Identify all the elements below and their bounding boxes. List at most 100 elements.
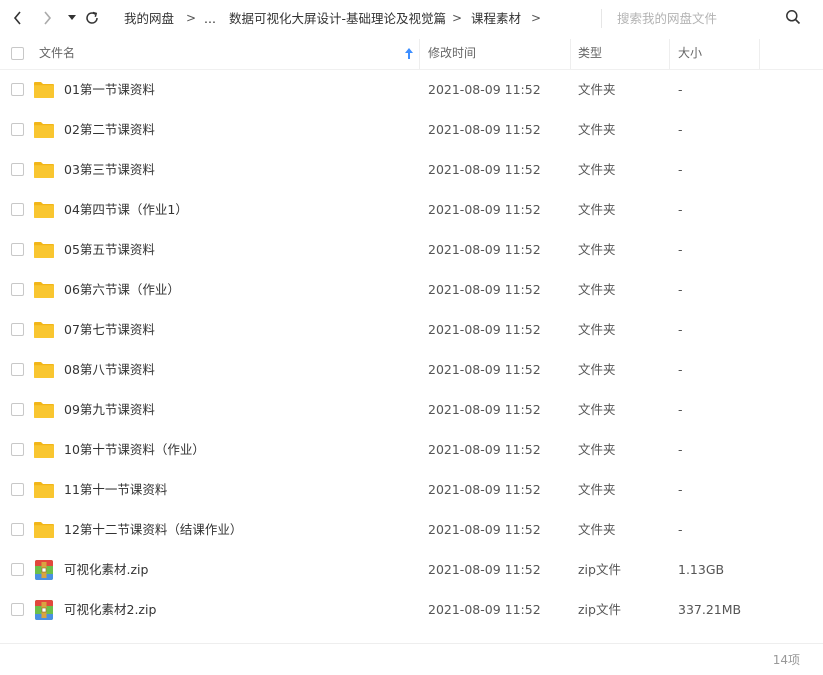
column-header-type[interactable]: 类型 (578, 37, 602, 69)
file-name[interactable]: 05第五节课资料 (64, 241, 155, 259)
file-name[interactable]: 可视化素材.zip (64, 561, 148, 579)
file-size: - (678, 322, 683, 337)
file-name[interactable]: 09第九节课资料 (64, 401, 155, 419)
row-checkbox[interactable] (11, 523, 24, 536)
row-checkbox[interactable] (11, 603, 24, 616)
row-checkbox[interactable] (11, 163, 24, 176)
file-name[interactable]: 11第十一节课资料 (64, 481, 167, 499)
file-type: 文件夹 (578, 362, 616, 377)
forward-button[interactable] (37, 8, 57, 28)
breadcrumb-ellipsis[interactable]: ... (204, 10, 216, 27)
file-type: 文件夹 (578, 122, 616, 137)
row-checkbox[interactable] (11, 283, 24, 296)
file-row[interactable]: 可视化素材2.zip 2021-08-09 11:52 zip文件 337.21MB (0, 590, 823, 630)
folder-icon (33, 399, 55, 421)
file-modified-time: 2021-08-09 11:52 (428, 282, 541, 297)
file-row[interactable]: 可视化素材.zip 2021-08-09 11:52 zip文件 1.13GB (0, 550, 823, 590)
row-checkbox[interactable] (11, 123, 24, 136)
file-name[interactable]: 10第十节课资料（作业） (64, 441, 205, 459)
file-row[interactable]: 12第十二节课资料（结课作业） 2021-08-09 11:52 文件夹 - (0, 510, 823, 550)
file-row[interactable]: 04第四节课（作业1） 2021-08-09 11:52 文件夹 - (0, 190, 823, 230)
row-checkbox[interactable] (11, 83, 24, 96)
column-divider (759, 39, 760, 69)
file-size: - (678, 402, 683, 417)
file-modified-time: 2021-08-09 11:52 (428, 482, 541, 497)
search-input[interactable] (612, 7, 782, 29)
column-header-name[interactable]: 文件名 (39, 37, 75, 69)
file-size: - (678, 362, 683, 377)
file-list-header: 文件名 修改时间 类型 大小 (0, 37, 823, 70)
file-type: zip文件 (578, 602, 621, 617)
folder-icon (33, 439, 55, 461)
toolbar: 我的网盘 > ... 数据可视化大屏设计-基础理论及视觉篇 > 课程素材 > (0, 0, 823, 37)
breadcrumb-separator: > (452, 11, 463, 25)
file-type: 文件夹 (578, 482, 616, 497)
folder-icon (33, 159, 55, 181)
file-name[interactable]: 03第三节课资料 (64, 161, 155, 179)
file-row[interactable]: 01第一节课资料 2021-08-09 11:52 文件夹 - (0, 70, 823, 110)
file-size: - (678, 162, 683, 177)
file-type: 文件夹 (578, 442, 616, 457)
row-checkbox[interactable] (11, 243, 24, 256)
file-row[interactable]: 03第三节课资料 2021-08-09 11:52 文件夹 - (0, 150, 823, 190)
file-name[interactable]: 04第四节课（作业1） (64, 201, 188, 219)
file-row[interactable]: 05第五节课资料 2021-08-09 11:52 文件夹 - (0, 230, 823, 270)
row-checkbox[interactable] (11, 203, 24, 216)
file-row[interactable]: 07第七节课资料 2021-08-09 11:52 文件夹 - (0, 310, 823, 350)
file-name[interactable]: 07第七节课资料 (64, 321, 155, 339)
select-all-checkbox[interactable] (11, 47, 24, 60)
file-row[interactable]: 09第九节课资料 2021-08-09 11:52 文件夹 - (0, 390, 823, 430)
folder-icon (33, 359, 55, 381)
file-type: 文件夹 (578, 242, 616, 257)
file-row[interactable]: 10第十节课资料（作业） 2021-08-09 11:52 文件夹 - (0, 430, 823, 470)
column-divider (419, 39, 420, 69)
folder-icon (33, 199, 55, 221)
file-row[interactable]: 02第二节课资料 2021-08-09 11:52 文件夹 - (0, 110, 823, 150)
file-modified-time: 2021-08-09 11:52 (428, 602, 541, 617)
back-button[interactable] (8, 8, 28, 28)
file-modified-time: 2021-08-09 11:52 (428, 82, 541, 97)
file-name[interactable]: 08第八节课资料 (64, 361, 155, 379)
file-type: 文件夹 (578, 82, 616, 97)
file-size: 337.21MB (678, 602, 742, 617)
file-name[interactable]: 02第二节课资料 (64, 121, 155, 139)
file-type: 文件夹 (578, 282, 616, 297)
row-checkbox[interactable] (11, 323, 24, 336)
row-checkbox[interactable] (11, 363, 24, 376)
breadcrumb-parent-folder[interactable]: 数据可视化大屏设计-基础理论及视觉篇 (229, 10, 446, 27)
file-name[interactable]: 01第一节课资料 (64, 81, 155, 99)
refresh-icon (86, 11, 98, 24)
column-header-modified[interactable]: 修改时间 (428, 37, 476, 69)
file-row[interactable]: 06第六节课（作业） 2021-08-09 11:52 文件夹 - (0, 270, 823, 310)
file-name[interactable]: 06第六节课（作业） (64, 281, 180, 299)
folder-icon (33, 119, 55, 141)
file-size: - (678, 442, 683, 457)
file-name[interactable]: 可视化素材2.zip (64, 601, 156, 619)
file-size: - (678, 202, 683, 217)
row-checkbox[interactable] (11, 563, 24, 576)
column-divider (669, 39, 670, 69)
file-modified-time: 2021-08-09 11:52 (428, 402, 541, 417)
file-type: 文件夹 (578, 162, 616, 177)
row-checkbox[interactable] (11, 403, 24, 416)
file-size: - (678, 82, 683, 97)
breadcrumb-separator: > (186, 11, 197, 25)
zip-archive-icon (33, 559, 55, 581)
sort-ascending-icon[interactable] (403, 47, 415, 60)
breadcrumb-current-folder[interactable]: 课程素材 (471, 10, 521, 27)
breadcrumb-root[interactable]: 我的网盘 (124, 10, 174, 27)
refresh-button[interactable] (82, 8, 102, 28)
row-checkbox[interactable] (11, 483, 24, 496)
chevron-right-icon (44, 11, 52, 25)
folder-icon (33, 319, 55, 341)
file-type: 文件夹 (578, 522, 616, 537)
chevron-left-icon (13, 11, 21, 25)
row-checkbox[interactable] (11, 443, 24, 456)
file-row[interactable]: 08第八节课资料 2021-08-09 11:52 文件夹 - (0, 350, 823, 390)
file-name[interactable]: 12第十二节课资料（结课作业） (64, 521, 242, 539)
search-button[interactable] (785, 9, 803, 27)
file-row[interactable]: 11第十一节课资料 2021-08-09 11:52 文件夹 - (0, 470, 823, 510)
history-dropdown-button[interactable] (62, 8, 82, 28)
column-header-size[interactable]: 大小 (678, 37, 702, 69)
file-modified-time: 2021-08-09 11:52 (428, 162, 541, 177)
